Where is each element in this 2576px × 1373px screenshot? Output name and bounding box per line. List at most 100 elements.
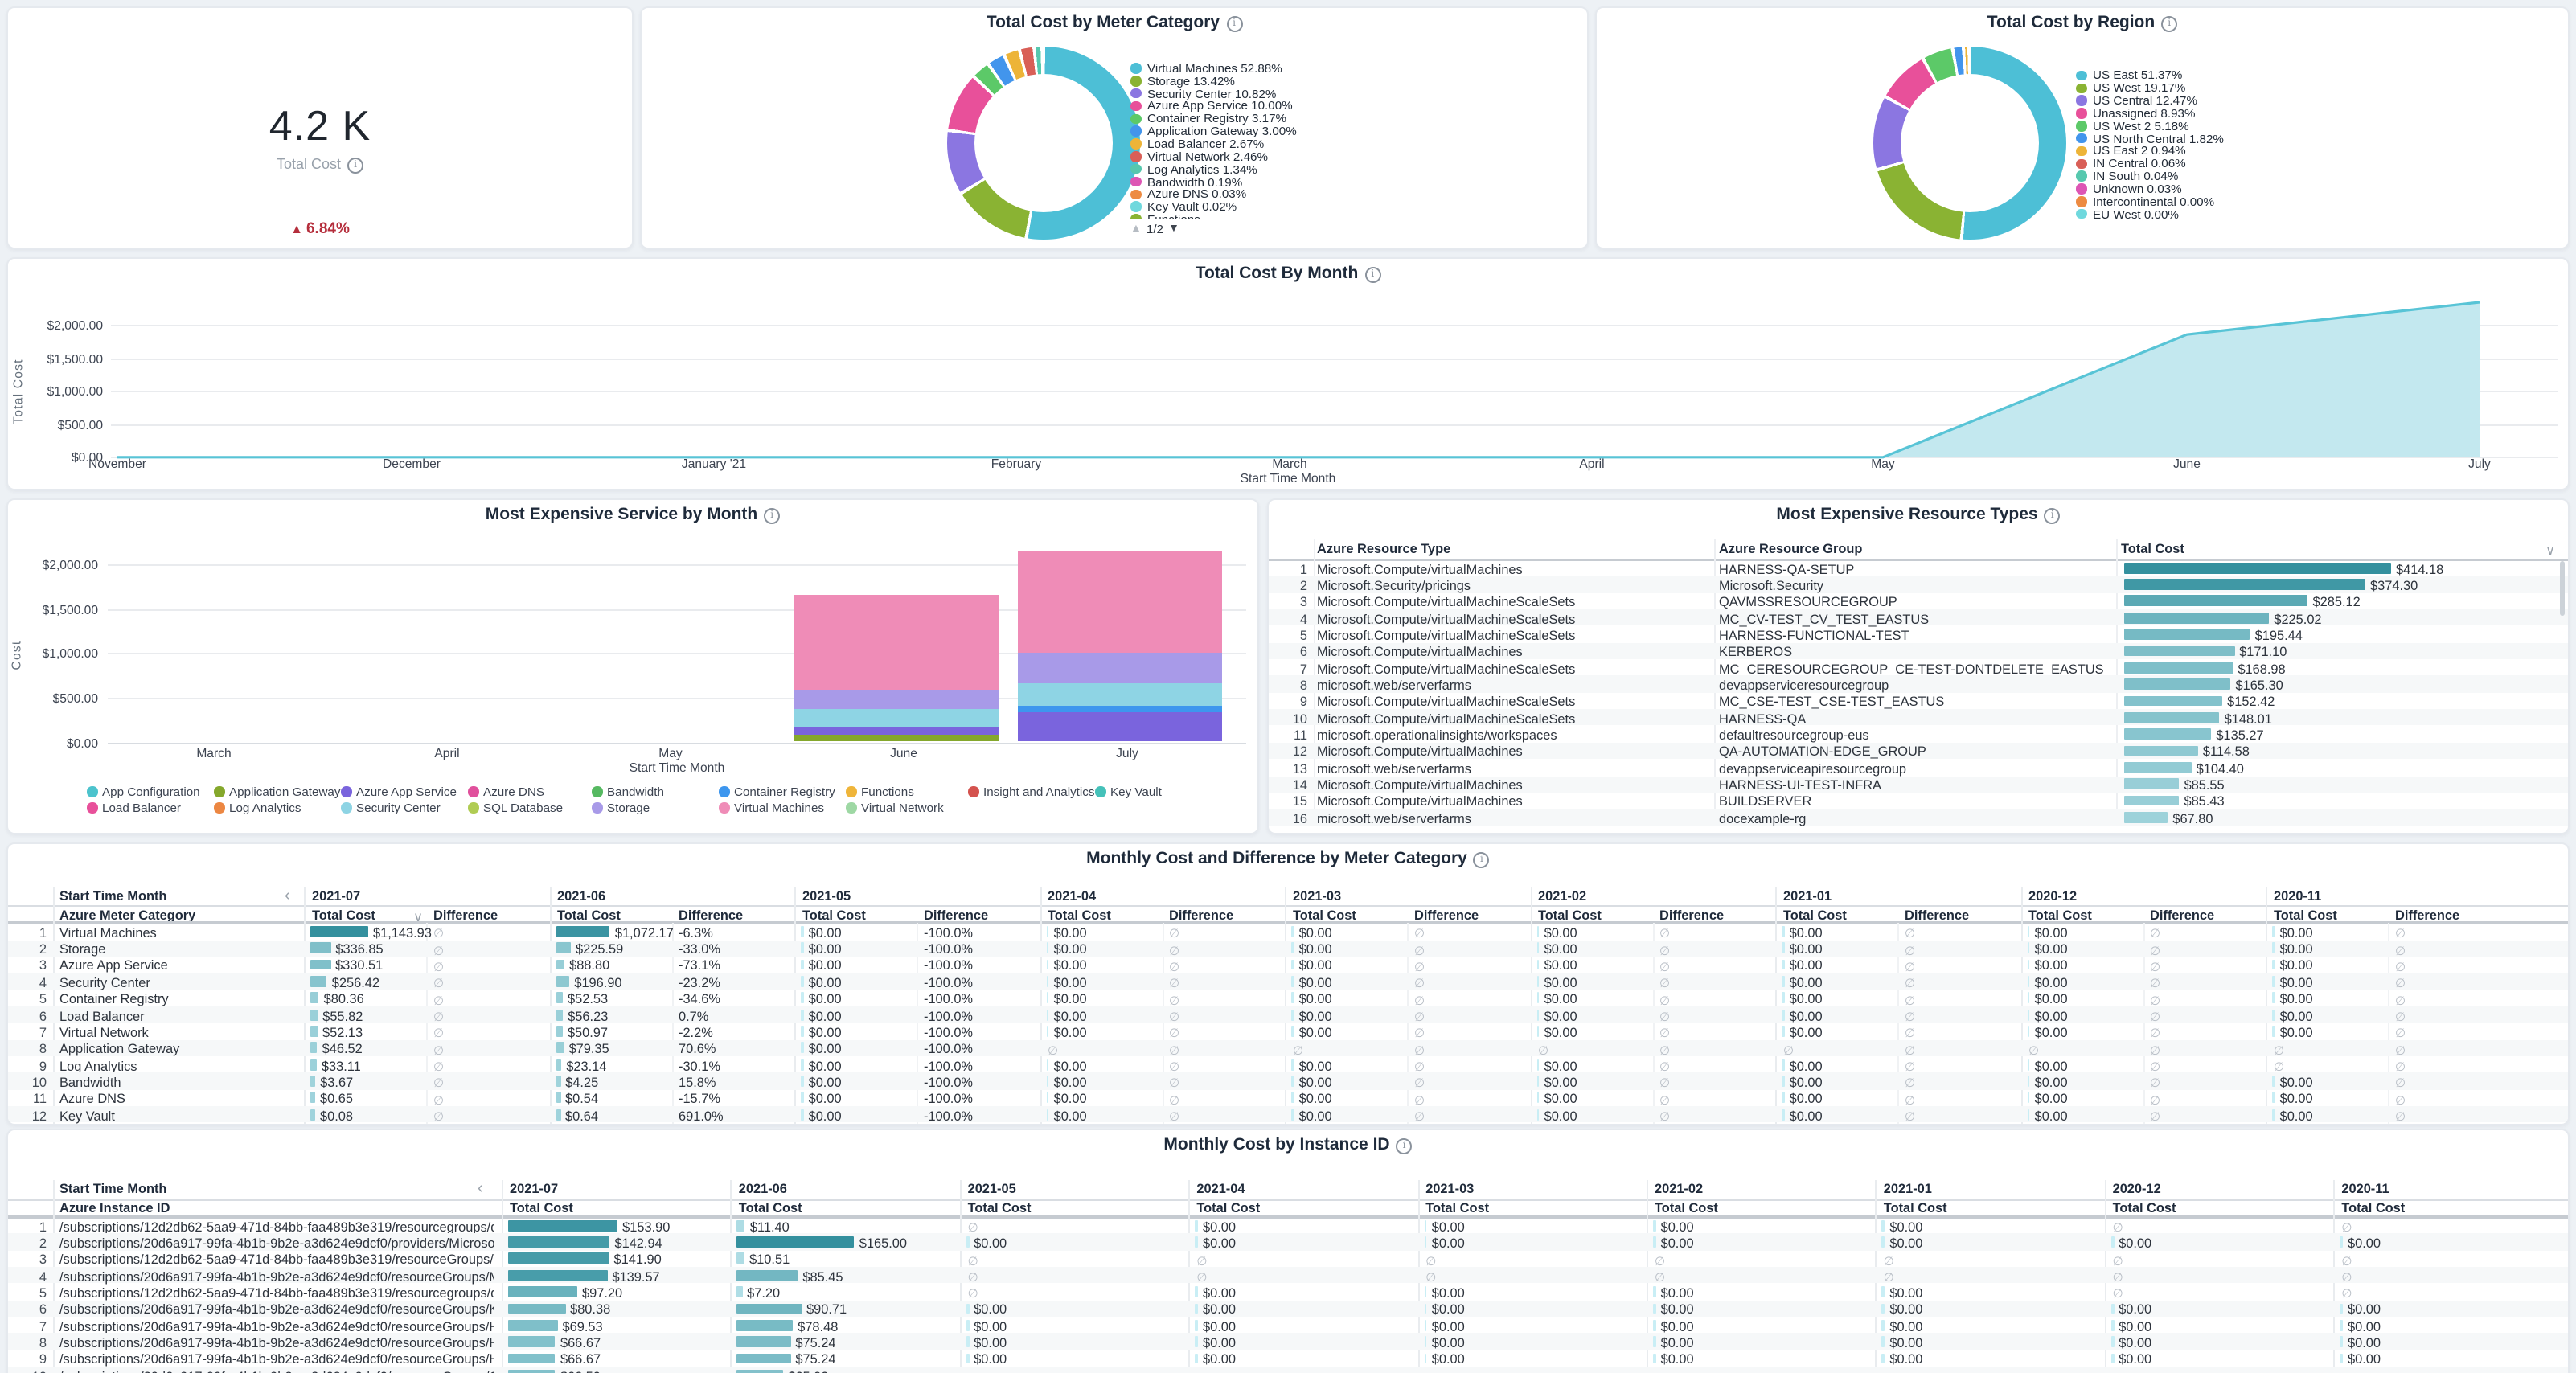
region-donut[interactable] bbox=[1873, 47, 2066, 240]
legend-item[interactable]: Unknown 0.03% bbox=[2076, 182, 2526, 195]
table-row[interactable]: 3/subscriptions/12d2db62-5aa9-471d-84bb-… bbox=[8, 1250, 2568, 1267]
table-row[interactable]: 7/subscriptions/20d6a917-99fa-4b1b-9b2e-… bbox=[8, 1317, 2568, 1334]
table-row[interactable]: 5Microsoft.Compute/virtualMachineScaleSe… bbox=[1269, 626, 2568, 643]
table-row[interactable]: 7Virtual Network$52.13∅$50.97-2.2%$0.00-… bbox=[8, 1023, 2568, 1040]
bar-segment[interactable] bbox=[1018, 706, 1222, 713]
info-icon[interactable]: i bbox=[347, 158, 363, 174]
table-row[interactable]: 13App Configuration$0.00∅$0.00∅$0.00∅$0.… bbox=[8, 1123, 2568, 1125]
table-row[interactable]: 8Application Gateway$46.52∅$79.3570.6%$0… bbox=[8, 1039, 2568, 1056]
table-row[interactable]: 8microsoft.web/serverfarmsdevappservicer… bbox=[1269, 676, 2568, 693]
table-row[interactable]: 2Microsoft.Security/pricingsMicrosoft.Se… bbox=[1269, 576, 2568, 593]
table-row[interactable]: 9Microsoft.Compute/virtualMachineScaleSe… bbox=[1269, 693, 2568, 710]
table-row[interactable]: 10Microsoft.Compute/virtualMachineScaleS… bbox=[1269, 709, 2568, 726]
scrollbar[interactable] bbox=[2560, 561, 2565, 616]
legend-item[interactable]: US Central 12.47% bbox=[2076, 94, 2526, 107]
table-row[interactable]: 14Microsoft.Compute/virtualMachinesHARNE… bbox=[1269, 776, 2568, 793]
legend-item[interactable]: Log Analytics bbox=[214, 801, 301, 815]
chevron-down-icon[interactable]: ∨ bbox=[2545, 542, 2555, 558]
bar-segment[interactable] bbox=[794, 594, 999, 689]
legend-item[interactable]: US East 2 0.94% bbox=[2076, 145, 2526, 158]
table-row[interactable]: 13microsoft.web/serverfarmsdevappservice… bbox=[1269, 759, 2568, 776]
area-chart[interactable]: $2,000.00$1,500.00$1,000.00$500.00$0.00N… bbox=[8, 259, 2568, 489]
columns-prev-icon[interactable]: ‹ bbox=[478, 1180, 483, 1198]
legend-item[interactable]: Container Registry bbox=[719, 785, 835, 799]
page-up-icon[interactable]: ▲ bbox=[1130, 223, 1142, 235]
legend-item[interactable]: SQL Database bbox=[468, 801, 563, 815]
table-row[interactable]: 8/subscriptions/20d6a917-99fa-4b1b-9b2e-… bbox=[8, 1334, 2568, 1350]
legend-item[interactable]: Azure App Service 10.00% bbox=[1130, 100, 1548, 113]
legend-item[interactable]: Virtual Network bbox=[846, 801, 944, 815]
table-row[interactable]: 1/subscriptions/12d2db62-5aa9-471d-84bb-… bbox=[8, 1217, 2568, 1234]
table-row[interactable]: 9Log Analytics$33.11∅$23.14-30.1%$0.00-1… bbox=[8, 1056, 2568, 1073]
legend-item[interactable]: Key Vault bbox=[1095, 785, 1162, 799]
columns-prev-icon[interactable]: ‹ bbox=[285, 887, 290, 905]
table-row[interactable]: 11microsoft.operationalinsights/workspac… bbox=[1269, 726, 2568, 743]
legend-item[interactable]: US East 51.37% bbox=[2076, 69, 2526, 82]
bar-segment[interactable] bbox=[794, 727, 999, 735]
table-row[interactable]: 10Bandwidth$3.67∅$4.2515.8%$0.00-100.0%$… bbox=[8, 1073, 2568, 1090]
legend-item[interactable]: Load Balancer bbox=[87, 801, 181, 815]
bar-segment[interactable] bbox=[1018, 653, 1222, 682]
legend-item[interactable]: IN Central 0.06% bbox=[2076, 158, 2526, 170]
table-row[interactable]: 9/subscriptions/20d6a917-99fa-4b1b-9b2e-… bbox=[8, 1350, 2568, 1367]
legend-item[interactable]: Functions bbox=[846, 785, 914, 799]
table-row[interactable]: 12Key Vault$0.08∅$0.64691.0%$0.00-100.0%… bbox=[8, 1106, 2568, 1123]
legend-item[interactable]: Key Vault 0.02% bbox=[1130, 201, 1548, 214]
bar-segment[interactable] bbox=[794, 690, 999, 710]
info-icon[interactable]: i bbox=[2161, 16, 2177, 32]
table-row[interactable]: 12Microsoft.Compute/virtualMachinesQA-AU… bbox=[1269, 743, 2568, 760]
legend-item[interactable]: Functions bbox=[1130, 213, 1548, 218]
legend-item[interactable]: Storage 13.42% bbox=[1130, 75, 1548, 88]
bar-segment[interactable] bbox=[1018, 551, 1222, 653]
table-row[interactable]: 4Microsoft.Compute/virtualMachineScaleSe… bbox=[1269, 609, 2568, 626]
legend-item[interactable]: Virtual Machines bbox=[719, 801, 824, 815]
legend-item[interactable]: Application Gateway bbox=[214, 785, 340, 799]
legend-item[interactable]: Security Center 10.82% bbox=[1130, 87, 1548, 100]
legend-item[interactable]: Bandwidth bbox=[592, 785, 664, 799]
bar-segment[interactable] bbox=[1018, 713, 1222, 742]
table-row[interactable]: 2Storage$336.85∅$225.59-33.0%$0.00-100.0… bbox=[8, 940, 2568, 957]
stacked-bar-chart[interactable]: $2,000.00$1,500.00$1,000.00$500.00$0.00M… bbox=[8, 500, 1257, 833]
legend-item[interactable]: Virtual Network 2.46% bbox=[1130, 150, 1548, 163]
legend-item[interactable]: Virtual Machines 52.88% bbox=[1130, 62, 1548, 75]
legend-item[interactable]: Application Gateway 3.00% bbox=[1130, 125, 1548, 137]
legend-item[interactable]: Azure App Service bbox=[341, 785, 457, 799]
table-row[interactable]: 5/subscriptions/12d2db62-5aa9-471d-84bb-… bbox=[8, 1284, 2568, 1301]
table-row[interactable]: 4/subscriptions/20d6a917-99fa-4b1b-9b2e-… bbox=[8, 1267, 2568, 1284]
table-row[interactable]: 6/subscriptions/20d6a917-99fa-4b1b-9b2e-… bbox=[8, 1301, 2568, 1318]
legend-item[interactable]: Azure DNS bbox=[468, 785, 544, 799]
legend-item[interactable]: Intercontinental 0.00% bbox=[2076, 195, 2526, 208]
column-header[interactable]: Total Cost bbox=[2121, 542, 2184, 556]
legend-item[interactable]: IN South 0.04% bbox=[2076, 170, 2526, 183]
legend-item[interactable]: US West 2 5.18% bbox=[2076, 120, 2526, 133]
table-row[interactable]: 11Azure DNS$0.65∅$0.54-15.7%$0.00-100.0%… bbox=[8, 1089, 2568, 1106]
bar-segment[interactable] bbox=[1018, 682, 1222, 705]
legend-item[interactable]: Azure DNS 0.03% bbox=[1130, 188, 1548, 201]
bar-segment[interactable] bbox=[794, 710, 999, 727]
table-row[interactable]: 3Azure App Service$330.51∅$88.80-73.1%$0… bbox=[8, 957, 2568, 973]
table-row[interactable]: 10/subscriptions/20d6a917-99fa-4b1b-9b2e… bbox=[8, 1367, 2568, 1373]
table-row[interactable]: 7Microsoft.Compute/virtualMachineScaleSe… bbox=[1269, 659, 2568, 676]
bar-segment[interactable] bbox=[794, 735, 999, 742]
legend-item[interactable]: EU West 0.00% bbox=[2076, 208, 2526, 221]
table-row[interactable]: 1Virtual Machines$1,143.93∅$1,072.17-6.3… bbox=[8, 923, 2568, 940]
legend-item[interactable]: US West 19.17% bbox=[2076, 82, 2526, 95]
page-down-icon[interactable]: ▼ bbox=[1168, 223, 1179, 235]
legend-item[interactable]: Bandwidth 0.19% bbox=[1130, 175, 1548, 188]
legend-item[interactable]: Log Analytics 1.34% bbox=[1130, 163, 1548, 176]
table-row[interactable]: 3Microsoft.Compute/virtualMachineScaleSe… bbox=[1269, 592, 2568, 609]
table-row[interactable]: 6Microsoft.Compute/virtualMachinesKERBER… bbox=[1269, 643, 2568, 660]
meter-category-donut[interactable] bbox=[947, 47, 1140, 240]
legend-item[interactable]: App Configuration bbox=[87, 785, 200, 799]
table-row[interactable]: 5Container Registry$80.36∅$52.53-34.6%$0… bbox=[8, 990, 2568, 1006]
table-row[interactable]: 1Microsoft.Compute/virtualMachinesHARNES… bbox=[1269, 559, 2568, 576]
table-row[interactable]: 4Security Center$256.42∅$196.90-23.2%$0.… bbox=[8, 973, 2568, 990]
table-row[interactable]: 16microsoft.web/serverfarmsdocexample-rg… bbox=[1269, 809, 2568, 826]
table-row[interactable]: 6Load Balancer$55.82∅$56.230.7%$0.00-100… bbox=[8, 1006, 2568, 1023]
table-row[interactable]: 15Microsoft.Compute/virtualMachinesBUILD… bbox=[1269, 793, 2568, 809]
legend-item[interactable]: Unassigned 8.93% bbox=[2076, 107, 2526, 120]
table-row[interactable]: 2/subscriptions/20d6a917-99fa-4b1b-9b2e-… bbox=[8, 1234, 2568, 1251]
info-icon[interactable]: i bbox=[1226, 16, 1242, 32]
legend-item[interactable]: Container Registry 3.17% bbox=[1130, 113, 1548, 125]
legend-item[interactable]: Storage bbox=[592, 801, 650, 815]
